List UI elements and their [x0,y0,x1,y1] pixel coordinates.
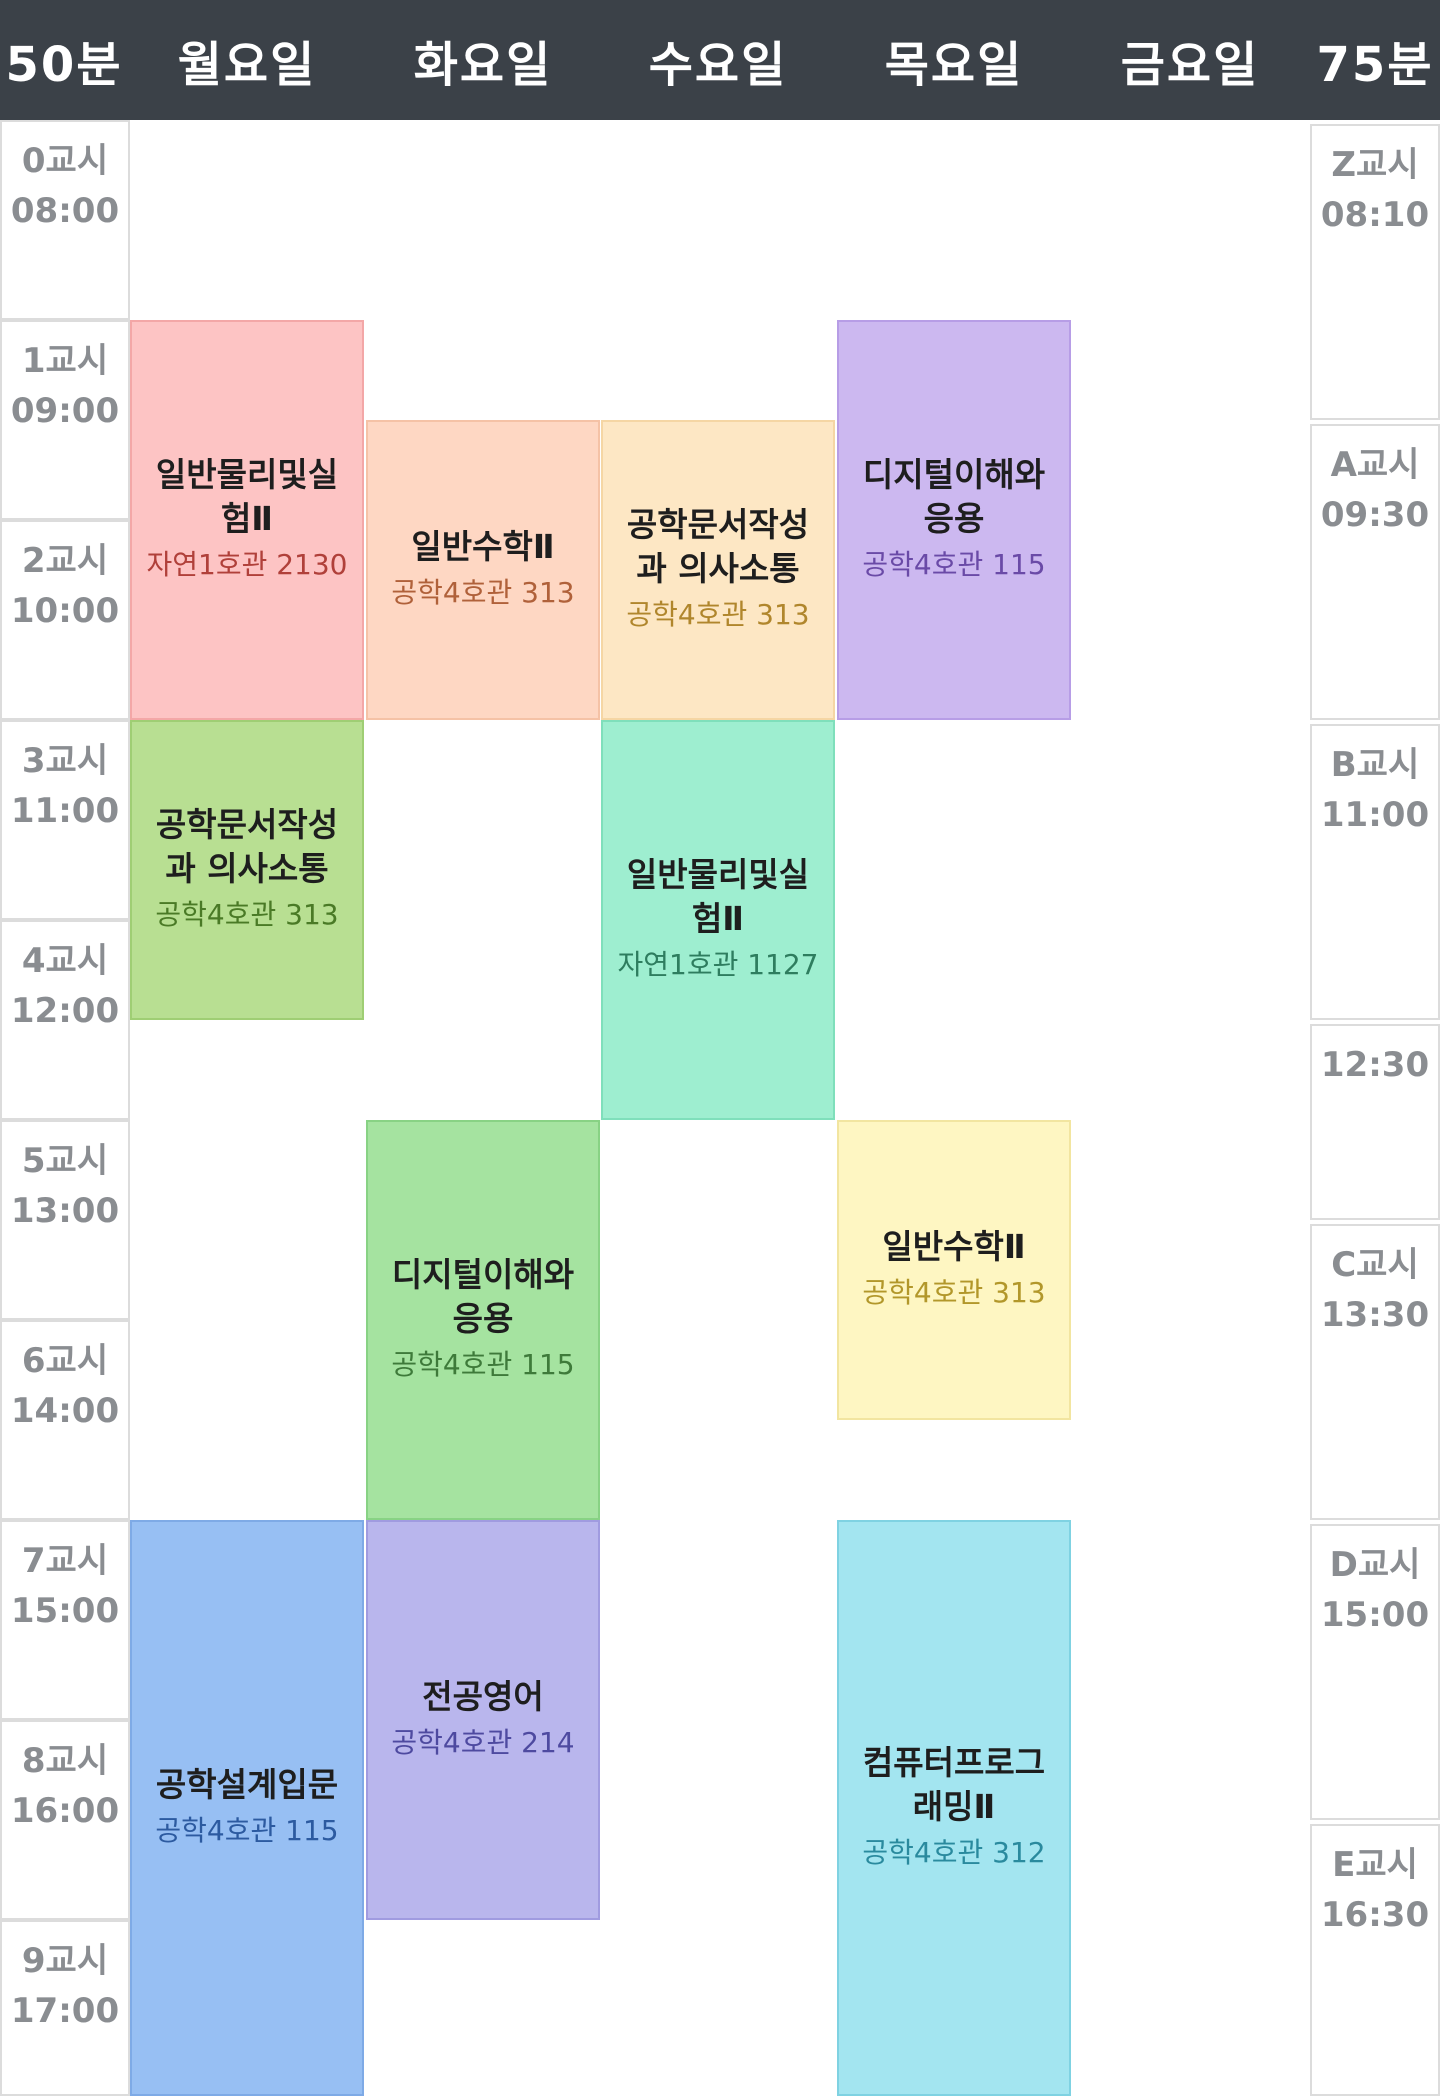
period-time: 13:30 [1320,1295,1430,1335]
course-title: 컴퓨터프로그래밍Ⅱ [862,1743,1046,1826]
course-room: 공학4호관 313 [626,598,810,631]
course-room: 공학4호관 313 [391,576,575,609]
course-room: 자연1호관 2130 [146,548,348,581]
period-cell-right: 12:30 [1310,1024,1440,1220]
course-room: 공학4호관 214 [391,1726,575,1759]
period-name: E교시 [1332,1845,1418,1885]
day-header-fri[interactable]: 금요일 [1072,0,1308,120]
course-block[interactable]: 일반물리및실험Ⅱ 자연1호관 2130 [130,320,364,720]
period-time: 11:00 [10,791,120,831]
course-block[interactable]: 일반물리및실험Ⅱ 자연1호관 1127 [601,720,835,1120]
period-name: D교시 [1329,1545,1421,1585]
period-cell-left: 3교시 11:00 [0,720,130,920]
period-name: A교시 [1330,445,1420,485]
period-name: 1교시 [21,341,109,381]
period-cell-left: 7교시 15:00 [0,1520,130,1720]
course-block[interactable]: 일반수학Ⅱ 공학4호관 313 [837,1120,1071,1420]
period-name: 4교시 [21,941,109,981]
period-cell-right: Z교시 08:10 [1310,124,1440,420]
period-time: 08:10 [1320,195,1430,235]
period-cell-left: 6교시 14:00 [0,1320,130,1520]
course-title: 공학설계입문 [155,1765,339,1804]
period-cell-left: 0교시 08:00 [0,120,130,320]
course-block[interactable]: 공학문서작성과 의사소통공학4호관 313 [130,720,364,1020]
course-title: 디지털이해와응용 [391,1255,575,1338]
course-room: 공학4호관 312 [862,1836,1046,1869]
period-time: 16:30 [1320,1895,1430,1935]
course-block[interactable]: 공학문서작성과 의사소통공학4호관 313 [601,420,835,720]
period-name: 0교시 [21,141,109,181]
day-header-tue[interactable]: 화요일 [366,0,600,120]
course-room: 공학4호관 115 [862,548,1046,581]
course-room: 공학4호관 313 [862,1276,1046,1309]
period-cell-left: 8교시 16:00 [0,1720,130,1920]
period-cell-right: A교시 09:30 [1310,424,1440,720]
course-block[interactable]: 공학설계입문공학4호관 115 [130,1520,364,2096]
course-title: 일반수학Ⅱ [882,1227,1026,1266]
course-title: 공학문서작성과 의사소통 [626,505,810,588]
period-time: 10:00 [10,591,120,631]
course-room: 자연1호관 1127 [617,948,819,981]
period-time: 15:00 [10,1591,120,1631]
period-cell-left: 1교시 09:00 [0,320,130,520]
period-time: 17:00 [10,1991,120,2031]
period-cell-right: B교시 11:00 [1310,724,1440,1020]
course-title: 일반물리및실험Ⅱ [155,455,339,538]
course-block[interactable]: 디지털이해와응용공학4호관 115 [837,320,1071,720]
course-room: 공학4호관 115 [391,1348,575,1381]
course-title: 일반수학Ⅱ [411,527,555,566]
period-name: Z교시 [1331,145,1419,185]
period-time: 12:30 [1320,1045,1430,1085]
course-title: 공학문서작성과 의사소통 [155,805,339,888]
period-cell-left: 4교시 12:00 [0,920,130,1120]
period-cell-right: C교시 13:30 [1310,1224,1440,1520]
period-cell-right: E교시 16:30 [1310,1824,1440,2096]
day-header-mon[interactable]: 월요일 [130,0,364,120]
period-time: 08:00 [10,191,120,231]
course-title: 전공영어 [422,1677,544,1716]
period-time: 09:30 [1320,495,1430,535]
period-time: 16:00 [10,1791,120,1831]
timetable-header: 50분 월요일 화요일 수요일 목요일 금요일 75분 [0,0,1440,120]
course-block[interactable]: 컴퓨터프로그래밍Ⅱ 공학4호관 312 [837,1520,1071,2096]
course-block[interactable]: 전공영어공학4호관 214 [366,1520,600,1920]
day-header-thu[interactable]: 목요일 [837,0,1071,120]
period-cell-left: 5교시 13:00 [0,1120,130,1320]
day-header-wed[interactable]: 수요일 [601,0,835,120]
left-duration-label: 50분 [5,37,123,93]
course-title: 디지털이해와응용 [862,455,1046,538]
period-time: 12:00 [10,991,120,1031]
period-name: 5교시 [21,1141,109,1181]
period-name: 8교시 [21,1741,109,1781]
period-cell-left: 9교시 17:00 [0,1920,130,2096]
period-name: 6교시 [21,1341,109,1381]
right-duration-label: 75분 [1316,37,1434,93]
period-time: 09:00 [10,391,120,431]
period-cell-left: 2교시 10:00 [0,520,130,720]
period-name: C교시 [1331,1245,1419,1285]
course-room: 공학4호관 313 [155,898,339,931]
period-name: 2교시 [21,541,109,581]
course-title: 일반물리및실험Ⅱ [626,855,810,938]
period-name: 3교시 [21,741,109,781]
period-name: 7교시 [21,1541,109,1581]
course-block[interactable]: 디지털이해와응용공학4호관 115 [366,1120,600,1520]
period-cell-right: D교시 15:00 [1310,1524,1440,1820]
period-time: 14:00 [10,1391,120,1431]
course-block[interactable]: 일반수학Ⅱ 공학4호관 313 [366,420,600,720]
period-time: 15:00 [1320,1595,1430,1635]
period-name: B교시 [1330,745,1420,785]
course-room: 공학4호관 115 [155,1814,339,1847]
period-time: 13:00 [10,1191,120,1231]
period-time: 11:00 [1320,795,1430,835]
period-name: 9교시 [21,1941,109,1981]
